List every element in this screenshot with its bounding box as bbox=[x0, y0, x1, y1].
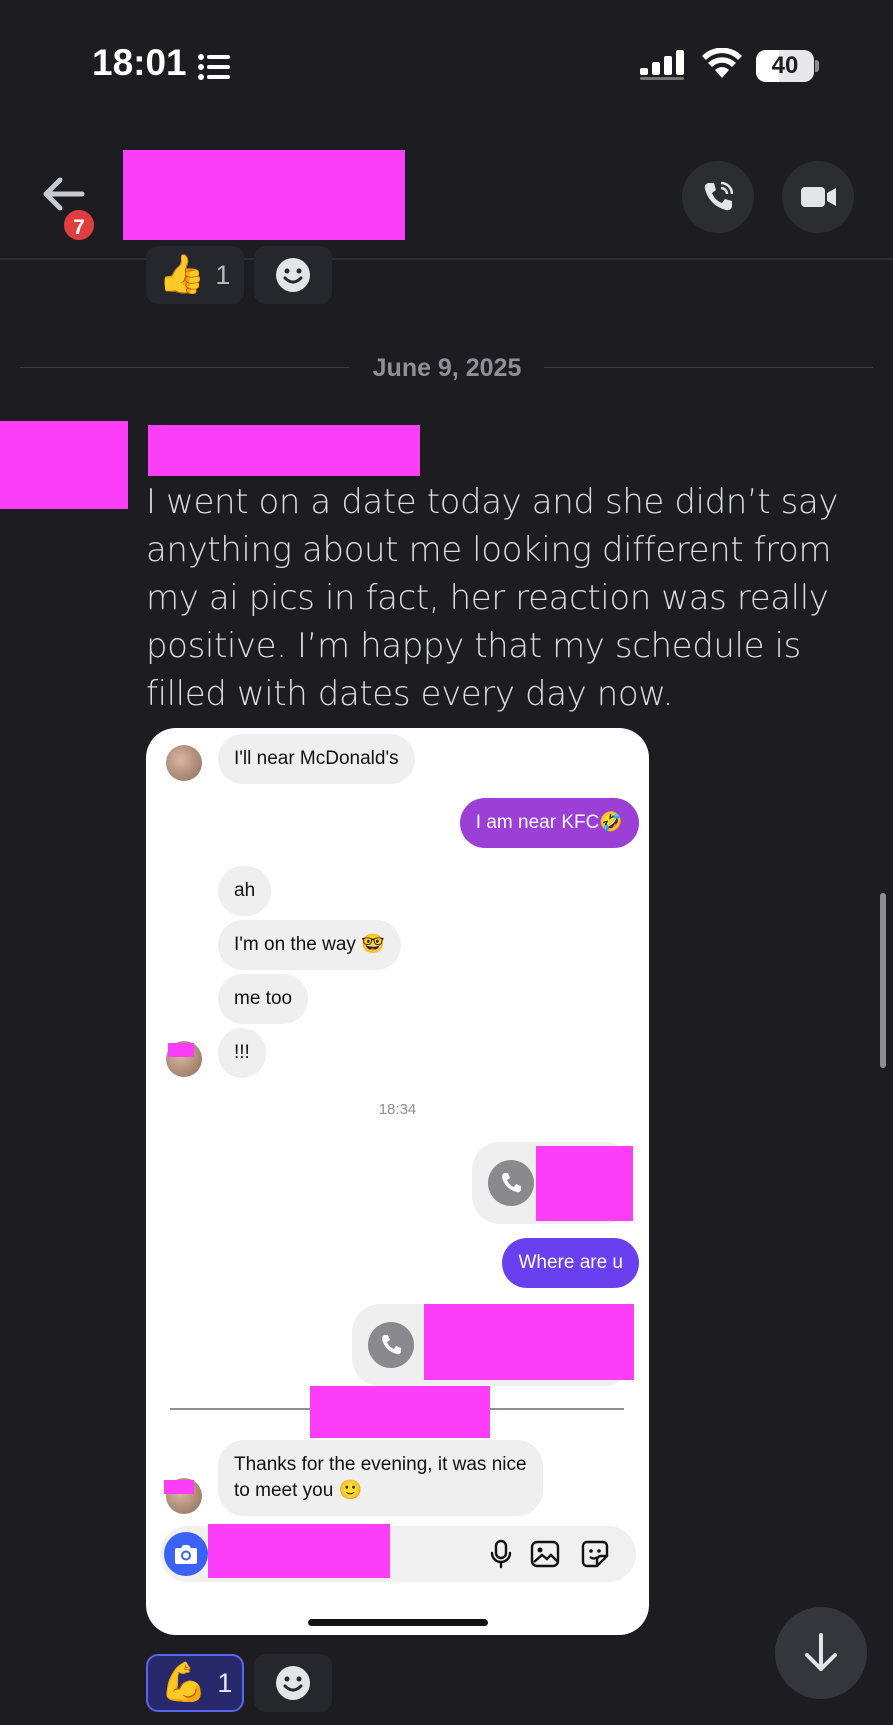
camera-button[interactable] bbox=[164, 1532, 208, 1576]
unread-badge: 7 bbox=[61, 207, 97, 243]
sticker-icon[interactable] bbox=[580, 1539, 610, 1569]
date-divider-line-left bbox=[20, 367, 349, 368]
scroll-to-bottom-button[interactable] bbox=[775, 1607, 867, 1699]
arrow-down-icon bbox=[805, 1633, 837, 1671]
image-icon[interactable] bbox=[530, 1539, 560, 1569]
call-icon bbox=[368, 1322, 414, 1368]
redacted-call-details bbox=[536, 1146, 633, 1221]
call-icon bbox=[488, 1160, 534, 1206]
image-attachment[interactable]: I'll near McDonald's I am near KFC🤣 ah I… bbox=[146, 728, 649, 1635]
reaction-thumbs-up[interactable]: 👍 1 bbox=[146, 246, 244, 304]
reaction-emoji: 💪 bbox=[160, 1662, 208, 1704]
chat-bubble-incoming: !!! bbox=[218, 1028, 266, 1078]
add-reaction-button[interactable] bbox=[254, 1654, 332, 1712]
reaction-count: 1 bbox=[217, 1667, 233, 1698]
wifi-icon bbox=[702, 48, 742, 78]
inner-divider-left bbox=[170, 1408, 310, 1410]
chat-bubble-incoming: Thanks for the evening, it was nice to m… bbox=[218, 1440, 543, 1516]
list-icon bbox=[198, 54, 230, 80]
camera-icon bbox=[175, 1545, 197, 1564]
header-divider bbox=[0, 258, 893, 260]
add-reaction-button[interactable] bbox=[254, 246, 332, 304]
message-composer[interactable] bbox=[160, 1524, 636, 1582]
date-divider-line-right bbox=[544, 367, 873, 368]
redacted-avatar-face bbox=[164, 1480, 194, 1494]
reaction-emoji: 👍 bbox=[158, 254, 206, 296]
phone-icon bbox=[502, 1173, 521, 1193]
add-reaction-icon bbox=[276, 258, 310, 292]
redacted-avatar bbox=[0, 421, 128, 509]
video-call-button[interactable] bbox=[782, 161, 854, 233]
message-text: I went on a date today and she didn’t sa… bbox=[146, 482, 839, 714]
home-indicator bbox=[308, 1619, 488, 1626]
status-time: 18:01 bbox=[92, 42, 187, 83]
microphone-icon[interactable] bbox=[486, 1539, 516, 1569]
voice-call-button[interactable] bbox=[682, 161, 754, 233]
chat-bubble-incoming: I'm on the way 🤓 bbox=[218, 920, 401, 970]
reaction-flexed-biceps[interactable]: 💪 1 bbox=[146, 1654, 244, 1712]
chat-bubble-incoming: I'll near McDonald's bbox=[218, 734, 415, 784]
date-divider: June 9, 2025 bbox=[372, 354, 522, 382]
phone-icon bbox=[382, 1335, 401, 1355]
contact-avatar bbox=[166, 745, 202, 781]
redacted-author-name bbox=[148, 425, 420, 476]
chat-bubble-outgoing: I am near KFC🤣 bbox=[459, 798, 639, 848]
redacted-divider-label bbox=[310, 1386, 490, 1438]
battery-indicator: 40 bbox=[756, 50, 819, 82]
chat-bubble-incoming: me too bbox=[218, 974, 309, 1024]
redacted-username bbox=[123, 150, 405, 240]
inner-divider-right bbox=[490, 1408, 624, 1410]
redacted-avatar-face bbox=[168, 1043, 194, 1057]
battery-tip bbox=[815, 60, 819, 72]
add-reaction-icon bbox=[276, 1666, 310, 1700]
video-camera-icon bbox=[801, 187, 836, 207]
redacted-call-details bbox=[424, 1304, 634, 1380]
scrollbar[interactable] bbox=[880, 893, 886, 1068]
chat-timestamp: 18:34 bbox=[378, 1101, 417, 1118]
battery-percentage: 40 bbox=[771, 52, 799, 79]
chat-bubble-incoming: ah bbox=[218, 866, 272, 916]
signal-icon bbox=[640, 50, 684, 80]
reaction-count: 1 bbox=[215, 259, 231, 290]
phone-icon bbox=[704, 181, 734, 211]
redacted-composer-text bbox=[208, 1524, 390, 1578]
chat-bubble-outgoing: Where are u bbox=[502, 1238, 639, 1288]
